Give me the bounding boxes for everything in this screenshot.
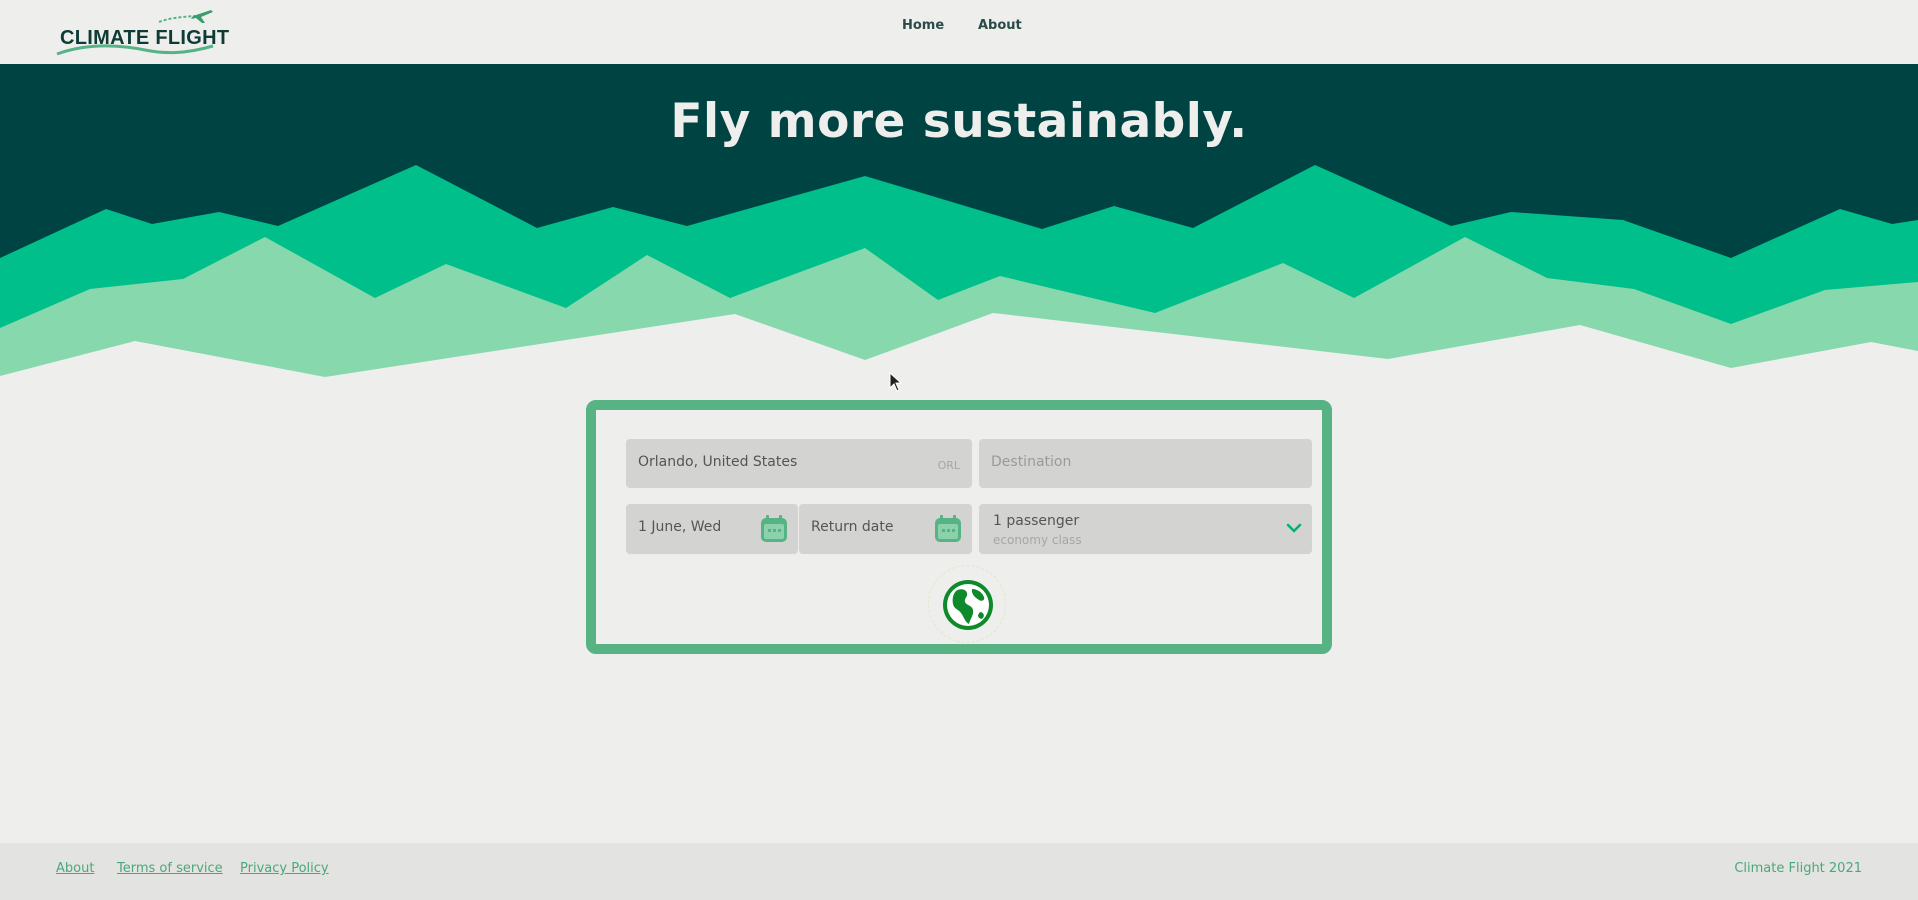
destination-placeholder: Destination bbox=[991, 454, 1072, 470]
nav-home[interactable]: Home bbox=[902, 18, 944, 33]
logo[interactable]: CLIMATE FLIGHT bbox=[55, 6, 229, 58]
origin-field[interactable]: Orlando, United States ORL bbox=[626, 439, 972, 488]
logo-swoosh bbox=[56, 44, 214, 56]
passenger-count: 1 passenger bbox=[993, 513, 1080, 529]
site-header: CLIMATE FLIGHT Home About bbox=[0, 0, 1918, 64]
hero-title: Fly more sustainably. bbox=[670, 94, 1248, 149]
footer-link-privacy[interactable]: Privacy Policy bbox=[240, 861, 329, 876]
return-date-field[interactable]: Return date bbox=[799, 504, 972, 554]
plane-icon bbox=[158, 10, 213, 23]
depart-date-field[interactable]: 1 June, Wed bbox=[626, 504, 798, 554]
footer-link-about[interactable]: About bbox=[56, 861, 94, 876]
nav-about-label: About bbox=[978, 18, 1022, 33]
calendar-icon[interactable] bbox=[934, 515, 962, 543]
destination-field[interactable]: Destination bbox=[979, 439, 1312, 488]
mouse-cursor-icon bbox=[889, 372, 903, 392]
passenger-class: economy class bbox=[993, 533, 1082, 547]
passenger-select[interactable]: 1 passenger economy class bbox=[979, 504, 1312, 554]
nav-home-label: Home bbox=[902, 18, 945, 33]
chevron-down-icon[interactable] bbox=[1286, 522, 1302, 534]
hero-banner: Fly more sustainably. bbox=[0, 64, 1918, 384]
return-date-placeholder: Return date bbox=[811, 519, 894, 535]
depart-date-value: 1 June, Wed bbox=[638, 519, 722, 535]
origin-value: Orlando, United States bbox=[638, 454, 798, 470]
globe-icon bbox=[943, 580, 993, 630]
flight-search-card: Orlando, United States ORL Destination 1… bbox=[586, 400, 1332, 654]
search-button[interactable] bbox=[928, 565, 1006, 643]
calendar-icon[interactable] bbox=[760, 515, 788, 543]
nav-about[interactable]: About bbox=[978, 18, 1022, 33]
origin-code: ORL bbox=[937, 459, 960, 472]
site-footer: About Terms of service Privacy Policy Cl… bbox=[0, 843, 1918, 900]
footer-link-terms[interactable]: Terms of service bbox=[117, 861, 223, 876]
copyright-text: Climate Flight 2021 bbox=[1734, 861, 1862, 876]
